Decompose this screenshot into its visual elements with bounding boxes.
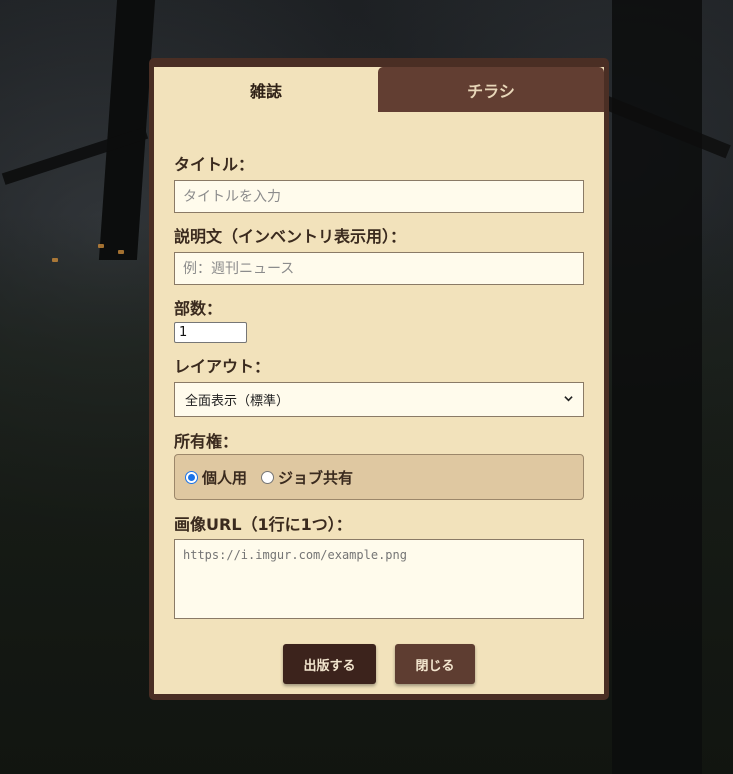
- ownership-option-personal[interactable]: 個人用: [185, 467, 247, 488]
- distant-house-light: [98, 244, 104, 248]
- modal-panel: 雑誌 チラシ タイトル： 説明文（インベントリ表示用）： 部数： レイアウト： …: [154, 67, 604, 694]
- distant-house-light: [52, 258, 58, 262]
- title-input[interactable]: [174, 180, 584, 213]
- layout-selected-value: 全面表示（標準）: [185, 394, 290, 409]
- tree-trunk-left: [98, 0, 156, 260]
- personal-radio-label[interactable]: 個人用: [202, 467, 247, 488]
- image-url-label: 画像URL（1行に1つ）：: [174, 515, 352, 534]
- distant-house-light: [118, 250, 124, 254]
- copies-label: 部数：: [174, 299, 223, 318]
- publication-modal: 雑誌 チラシ タイトル： 説明文（インベントリ表示用）： 部数： レイアウト： …: [149, 58, 609, 700]
- ownership-option-job[interactable]: ジョブ共有: [261, 467, 353, 488]
- tree-branch-left: [1, 127, 149, 185]
- job-shared-radio-label[interactable]: ジョブ共有: [278, 467, 353, 488]
- description-input[interactable]: [174, 252, 584, 285]
- title-label: タイトル：: [174, 155, 255, 174]
- publish-button[interactable]: 出版する: [283, 644, 376, 684]
- tree-branch-right: [602, 95, 731, 159]
- tree-trunk-right: [612, 0, 702, 774]
- layout-select[interactable]: 全面表示（標準）: [174, 382, 584, 417]
- personal-radio[interactable]: [185, 470, 198, 484]
- image-url-textarea[interactable]: [174, 539, 584, 619]
- ownership-options: 個人用 ジョブ共有: [174, 454, 584, 500]
- job-shared-radio[interactable]: [261, 470, 275, 484]
- tab-flyer[interactable]: チラシ: [378, 67, 604, 112]
- ownership-label: 所有権：: [174, 432, 239, 451]
- layout-label: レイアウト：: [174, 357, 271, 376]
- copies-input[interactable]: [174, 322, 247, 343]
- description-label: 説明文（インベントリ表示用）：: [174, 227, 407, 246]
- tab-magazine[interactable]: 雑誌: [154, 67, 378, 112]
- tab-bar: 雑誌 チラシ: [154, 67, 604, 112]
- chevron-down-icon: [564, 396, 573, 402]
- close-button[interactable]: 閉じる: [395, 644, 475, 684]
